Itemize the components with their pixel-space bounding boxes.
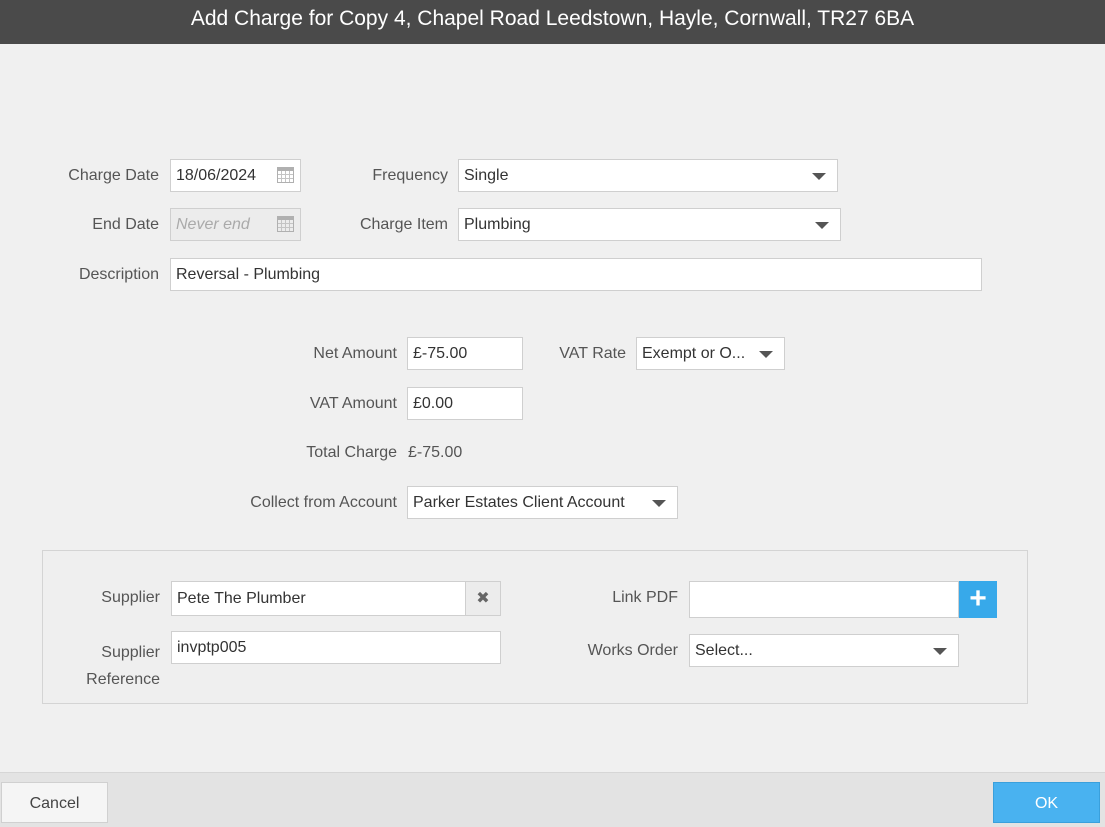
dialog-title: Add Charge for Copy 4, Chapel Road Leeds…	[0, 0, 1105, 44]
description-label: Description	[78, 266, 159, 283]
calendar-icon	[277, 216, 294, 232]
description-input[interactable]: Reversal - Plumbing	[170, 258, 982, 291]
frequency-select[interactable]: Single	[458, 159, 838, 192]
vat-rate-select[interactable]: Exempt or O...	[636, 337, 785, 370]
supplier-reference-label-line2: Reference	[86, 671, 160, 688]
add-pdf-button[interactable]: +	[959, 581, 997, 618]
frequency-value: Single	[464, 167, 509, 184]
calendar-icon[interactable]	[277, 167, 294, 183]
vat-rate-value: Exempt or O...	[642, 345, 746, 362]
supplier-reference-label-line1: Supplier	[101, 644, 160, 661]
collect-from-account-value: Parker Estates Client Account	[413, 494, 625, 511]
chevron-down-icon	[812, 173, 826, 180]
supplier-reference-input[interactable]: invptp005	[171, 631, 501, 664]
close-icon: ✖	[476, 590, 490, 607]
supplier-reference-label: Supplier Reference	[60, 639, 160, 693]
vat-amount-input[interactable]: £0.00	[407, 387, 523, 420]
works-order-label: Works Order	[587, 642, 678, 659]
works-order-value: Select...	[695, 642, 753, 659]
net-amount-input[interactable]: £-75.00	[407, 337, 523, 370]
link-pdf-input[interactable]	[689, 581, 959, 618]
chevron-down-icon	[815, 222, 829, 229]
dialog-footer	[0, 772, 1105, 827]
net-amount-label: Net Amount	[313, 345, 397, 362]
charge-date-value: 18/06/2024	[176, 167, 257, 184]
supplier-panel	[42, 550, 1028, 704]
charge-date-label: Charge Date	[68, 167, 159, 184]
chevron-down-icon	[652, 500, 666, 507]
chevron-down-icon	[933, 648, 947, 655]
supplier-input[interactable]: Pete The Plumber	[171, 581, 466, 616]
charge-item-select[interactable]: Plumbing	[458, 208, 841, 241]
plus-icon: +	[969, 582, 987, 615]
total-charge-label: Total Charge	[306, 444, 397, 461]
charge-item-value: Plumbing	[464, 216, 531, 233]
supplier-label: Supplier	[101, 589, 160, 606]
total-charge-value: £-75.00	[408, 444, 463, 461]
end-date-input: Never end	[170, 208, 301, 241]
collect-from-account-select[interactable]: Parker Estates Client Account	[407, 486, 678, 519]
link-pdf-label: Link PDF	[612, 589, 678, 606]
works-order-select[interactable]: Select...	[689, 634, 959, 667]
chevron-down-icon	[759, 351, 773, 358]
end-date-label: End Date	[92, 216, 159, 233]
clear-supplier-button[interactable]: ✖	[465, 581, 501, 616]
charge-item-label: Charge Item	[359, 216, 448, 233]
cancel-button[interactable]: Cancel	[1, 782, 108, 823]
frequency-label: Frequency	[372, 167, 448, 184]
vat-rate-label: VAT Rate	[559, 345, 626, 362]
end-date-placeholder: Never end	[176, 216, 250, 233]
vat-amount-label: VAT Amount	[309, 395, 397, 412]
collect-from-account-label: Collect from Account	[250, 494, 397, 511]
ok-button[interactable]: OK	[993, 782, 1100, 823]
charge-date-input[interactable]: 18/06/2024	[170, 159, 301, 192]
